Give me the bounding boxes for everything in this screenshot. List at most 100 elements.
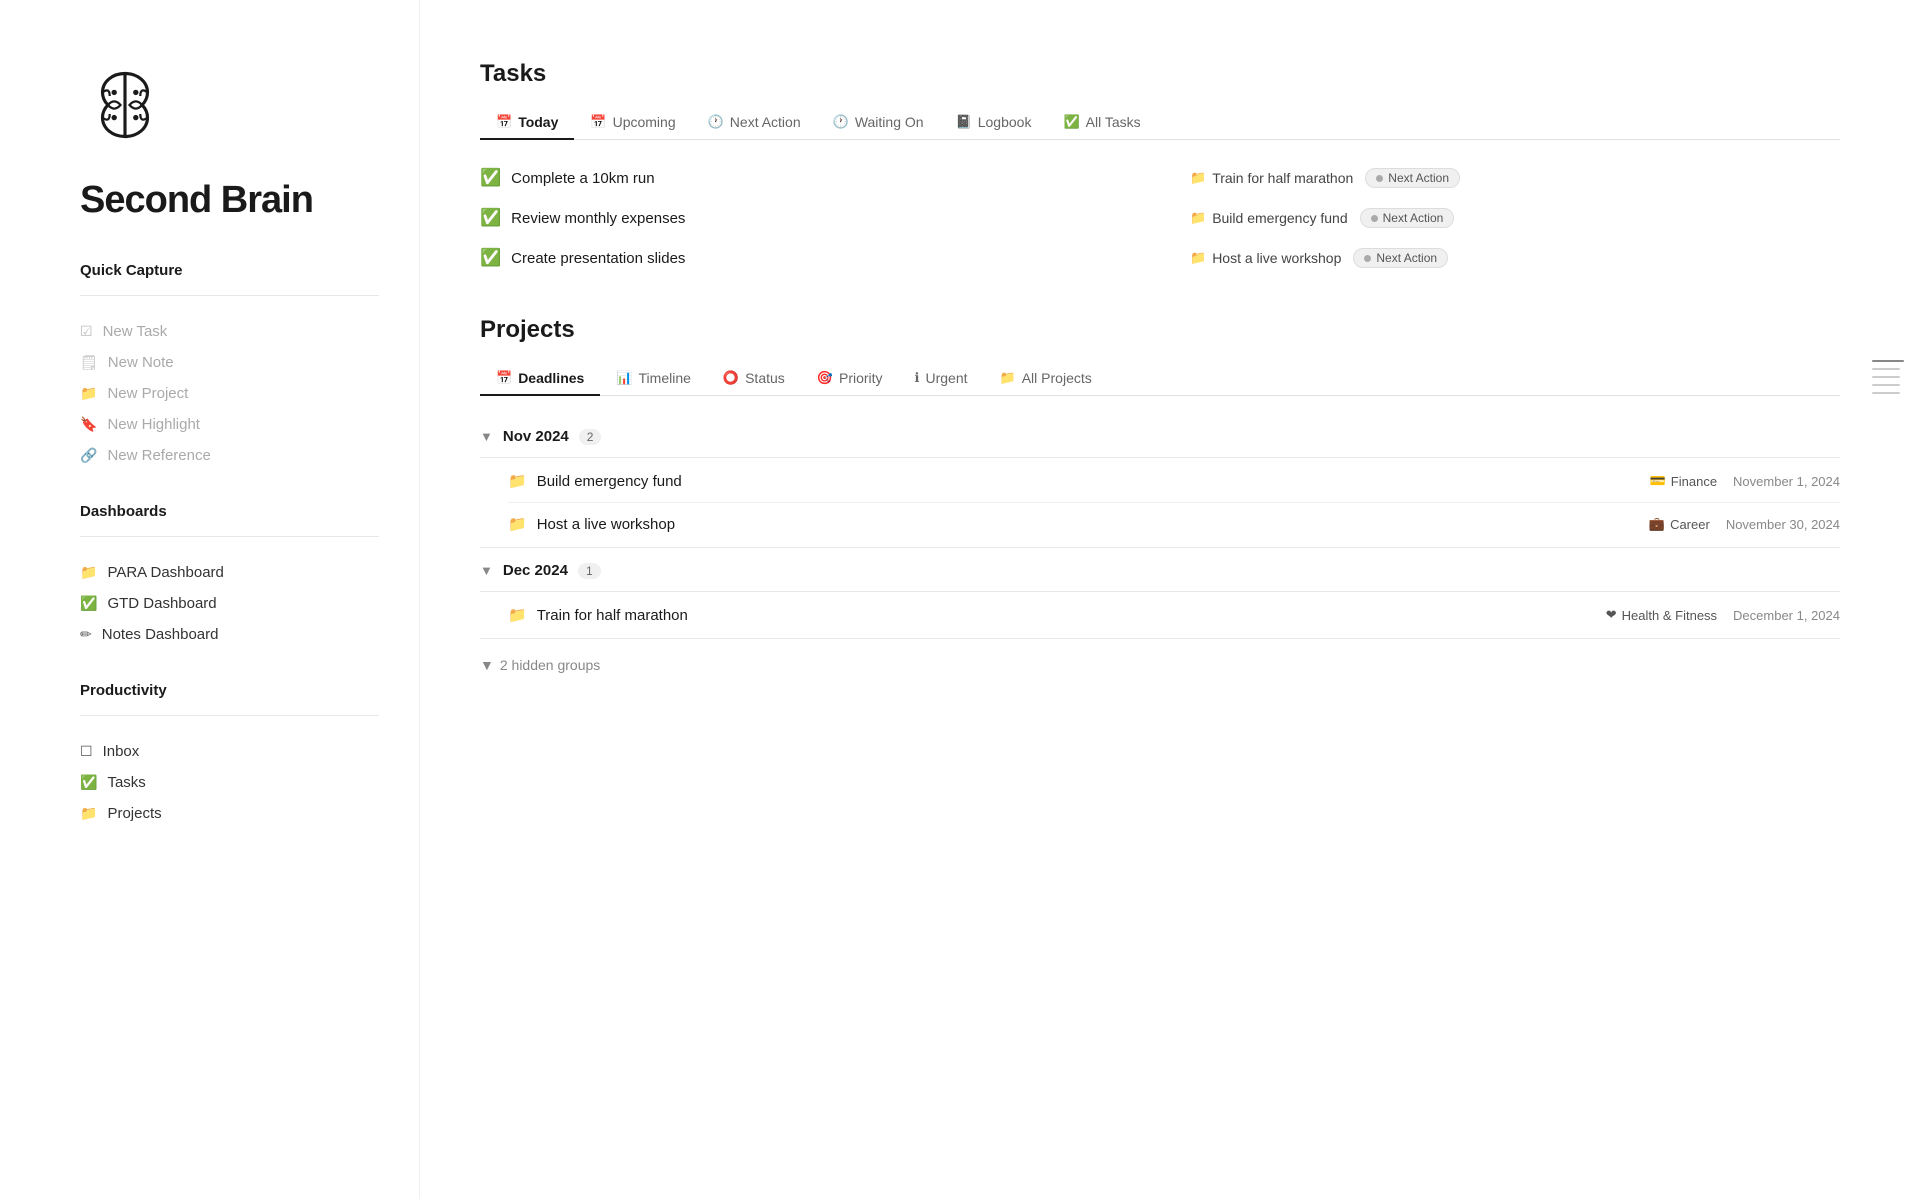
hidden-groups-toggle[interactable]: ▼ 2 hidden groups <box>480 641 1840 681</box>
proj-folder-icon-1: 📁 <box>508 472 527 490</box>
chevron-hidden-icon: ▼ <box>480 657 494 673</box>
logbook-tab-label: Logbook <box>978 114 1032 130</box>
new-project-item[interactable]: 📁 New Project <box>80 378 379 409</box>
live-workshop-date: November 30, 2024 <box>1726 517 1840 532</box>
tasks-item[interactable]: ✅ Tasks <box>80 767 379 798</box>
new-highlight-item[interactable]: 🔖 New Highlight <box>80 409 379 440</box>
notes-icon: ✏ <box>80 626 92 643</box>
dashboards-divider <box>80 536 379 537</box>
task-badge-3: Next Action <box>1353 248 1448 268</box>
tab-priority[interactable]: 🎯 Priority <box>801 362 899 396</box>
task-badge-1: Next Action <box>1365 168 1460 188</box>
gtd-icon: ✅ <box>80 595 97 612</box>
priority-tab-label: Priority <box>839 370 883 386</box>
timeline-tab-label: Timeline <box>639 370 691 386</box>
tasks-tabs: 📅 Today 📅 Upcoming 🕐 Next Action 🕐 Waiti… <box>480 106 1840 140</box>
quick-capture-section: Quick Capture ☑ New Task 🗒 New Note 📁 Ne… <box>80 262 379 471</box>
new-reference-label: New Reference <box>107 447 210 464</box>
hidden-groups-label: 2 hidden groups <box>500 657 600 673</box>
status-tab-icon: ⭕ <box>723 370 739 386</box>
notes-dashboard-item[interactable]: ✏ Notes Dashboard <box>80 619 379 650</box>
new-note-item[interactable]: 🗒 New Note <box>80 347 379 378</box>
inbox-icon: ☐ <box>80 743 93 760</box>
urgent-tab-icon: ℹ <box>915 370 920 386</box>
sidebar: Second Brain Quick Capture ☑ New Task 🗒 … <box>0 0 420 1199</box>
scroll-bar-5 <box>1872 392 1900 394</box>
deadlines-tab-icon: 📅 <box>496 370 512 386</box>
group-nov-2024[interactable]: ▼ Nov 2024 2 <box>480 416 1840 455</box>
next-action-tab-label: Next Action <box>730 114 801 130</box>
task-label-1: Complete a 10km run <box>511 170 654 187</box>
task-check-3: ✅ <box>480 248 501 268</box>
inbox-item[interactable]: ☐ Inbox <box>80 736 379 767</box>
task-check-2: ✅ <box>480 208 501 228</box>
tab-all-projects[interactable]: 📁 All Projects <box>984 362 1108 396</box>
badge-dot-3 <box>1364 255 1371 262</box>
project-row-build-emergency[interactable]: 📁 Build emergency fund 💳 Finance Novembe… <box>480 460 1840 502</box>
new-reference-item[interactable]: 🔗 New Reference <box>80 440 379 471</box>
task-project-2: 📁 Build emergency fund <box>1190 210 1348 226</box>
health-icon: ❤ <box>1606 607 1617 623</box>
chevron-dec-icon: ▼ <box>480 563 493 578</box>
tab-urgent[interactable]: ℹ Urgent <box>899 362 984 396</box>
tab-timeline[interactable]: 📊 Timeline <box>600 362 707 396</box>
tab-logbook[interactable]: 📓 Logbook <box>940 106 1048 140</box>
proj-name-live-workshop: 📁 Host a live workshop <box>508 515 1649 533</box>
all-tasks-tab-label: All Tasks <box>1086 114 1141 130</box>
group-dec-2024[interactable]: ▼ Dec 2024 1 <box>480 550 1840 589</box>
tab-today[interactable]: 📅 Today <box>480 106 574 140</box>
projects-section-title: Projects <box>480 316 1840 344</box>
tasks-icon: ✅ <box>80 774 97 791</box>
tab-waiting-on[interactable]: 🕐 Waiting On <box>817 106 940 140</box>
new-project-label: New Project <box>107 385 188 402</box>
projects-item[interactable]: 📁 Projects <box>80 798 379 829</box>
proj-name-build-emergency: 📁 Build emergency fund <box>508 472 1650 490</box>
task-row-3[interactable]: ✅ Create presentation slides <box>480 240 1130 276</box>
task-area: ✅ Complete a 10km run 📁 Train for half m… <box>480 160 1840 276</box>
task-project-3: 📁 Host a live workshop <box>1190 250 1341 266</box>
task-label-2: Review monthly expenses <box>511 210 685 227</box>
new-note-label: New Note <box>108 354 174 371</box>
task-project-label-1: Train for half marathon <box>1212 170 1353 186</box>
scroll-indicator <box>1872 360 1904 394</box>
project-row-live-workshop[interactable]: 📁 Host a live workshop 💼 Career November… <box>480 503 1840 545</box>
task-project-label-3: Host a live workshop <box>1212 250 1341 266</box>
proj-meta-build-emergency: 💳 Finance November 1, 2024 <box>1650 473 1840 489</box>
task-row-2[interactable]: ✅ Review monthly expenses <box>480 200 1130 236</box>
health-tag-label: Health & Fitness <box>1622 608 1717 623</box>
dashboards-title: Dashboards <box>80 503 379 520</box>
para-dashboard-item[interactable]: 📁 PARA Dashboard <box>80 557 379 588</box>
tab-all-tasks[interactable]: ✅ All Tasks <box>1047 106 1156 140</box>
group-dec-label: Dec 2024 <box>503 562 568 579</box>
finance-tag-label: Finance <box>1671 474 1717 489</box>
badge-dot-1 <box>1376 175 1383 182</box>
projects-section: Projects 📅 Deadlines 📊 Timeline ⭕ Status… <box>480 316 1840 681</box>
project-label-live-workshop: Host a live workshop <box>537 516 675 533</box>
priority-tab-icon: 🎯 <box>817 370 833 386</box>
deadlines-tab-label: Deadlines <box>518 370 584 386</box>
gtd-dashboard-item[interactable]: ✅ GTD Dashboard <box>80 588 379 619</box>
productivity-title: Productivity <box>80 682 379 699</box>
group-dec-count: 1 <box>578 563 601 579</box>
task-proj-icon-2: 📁 <box>1190 210 1206 226</box>
tab-upcoming[interactable]: 📅 Upcoming <box>574 106 691 140</box>
proj-meta-live-workshop: 💼 Career November 30, 2024 <box>1649 516 1840 532</box>
all-tasks-tab-icon: ✅ <box>1063 114 1079 130</box>
new-task-item[interactable]: ☑ New Task <box>80 316 379 347</box>
tab-next-action[interactable]: 🕐 Next Action <box>692 106 817 140</box>
urgent-tab-label: Urgent <box>926 370 968 386</box>
upcoming-tab-icon: 📅 <box>590 114 606 130</box>
task-right-1: 📁 Train for half marathon Next Action <box>1190 160 1840 196</box>
inbox-label: Inbox <box>103 743 140 760</box>
task-row-1[interactable]: ✅ Complete a 10km run <box>480 160 1130 196</box>
nov-bottom-divider <box>480 547 1840 548</box>
tasks-label: Tasks <box>107 774 145 791</box>
project-label-half-marathon: Train for half marathon <box>537 607 688 624</box>
project-row-half-marathon[interactable]: 📁 Train for half marathon ❤ Health & Fit… <box>480 594 1840 636</box>
tab-deadlines[interactable]: 📅 Deadlines <box>480 362 600 396</box>
build-emergency-date: November 1, 2024 <box>1733 474 1840 489</box>
task-icon: ☑ <box>80 323 93 340</box>
quick-capture-title: Quick Capture <box>80 262 379 279</box>
chevron-nov-icon: ▼ <box>480 429 493 444</box>
tab-status[interactable]: ⭕ Status <box>707 362 801 396</box>
